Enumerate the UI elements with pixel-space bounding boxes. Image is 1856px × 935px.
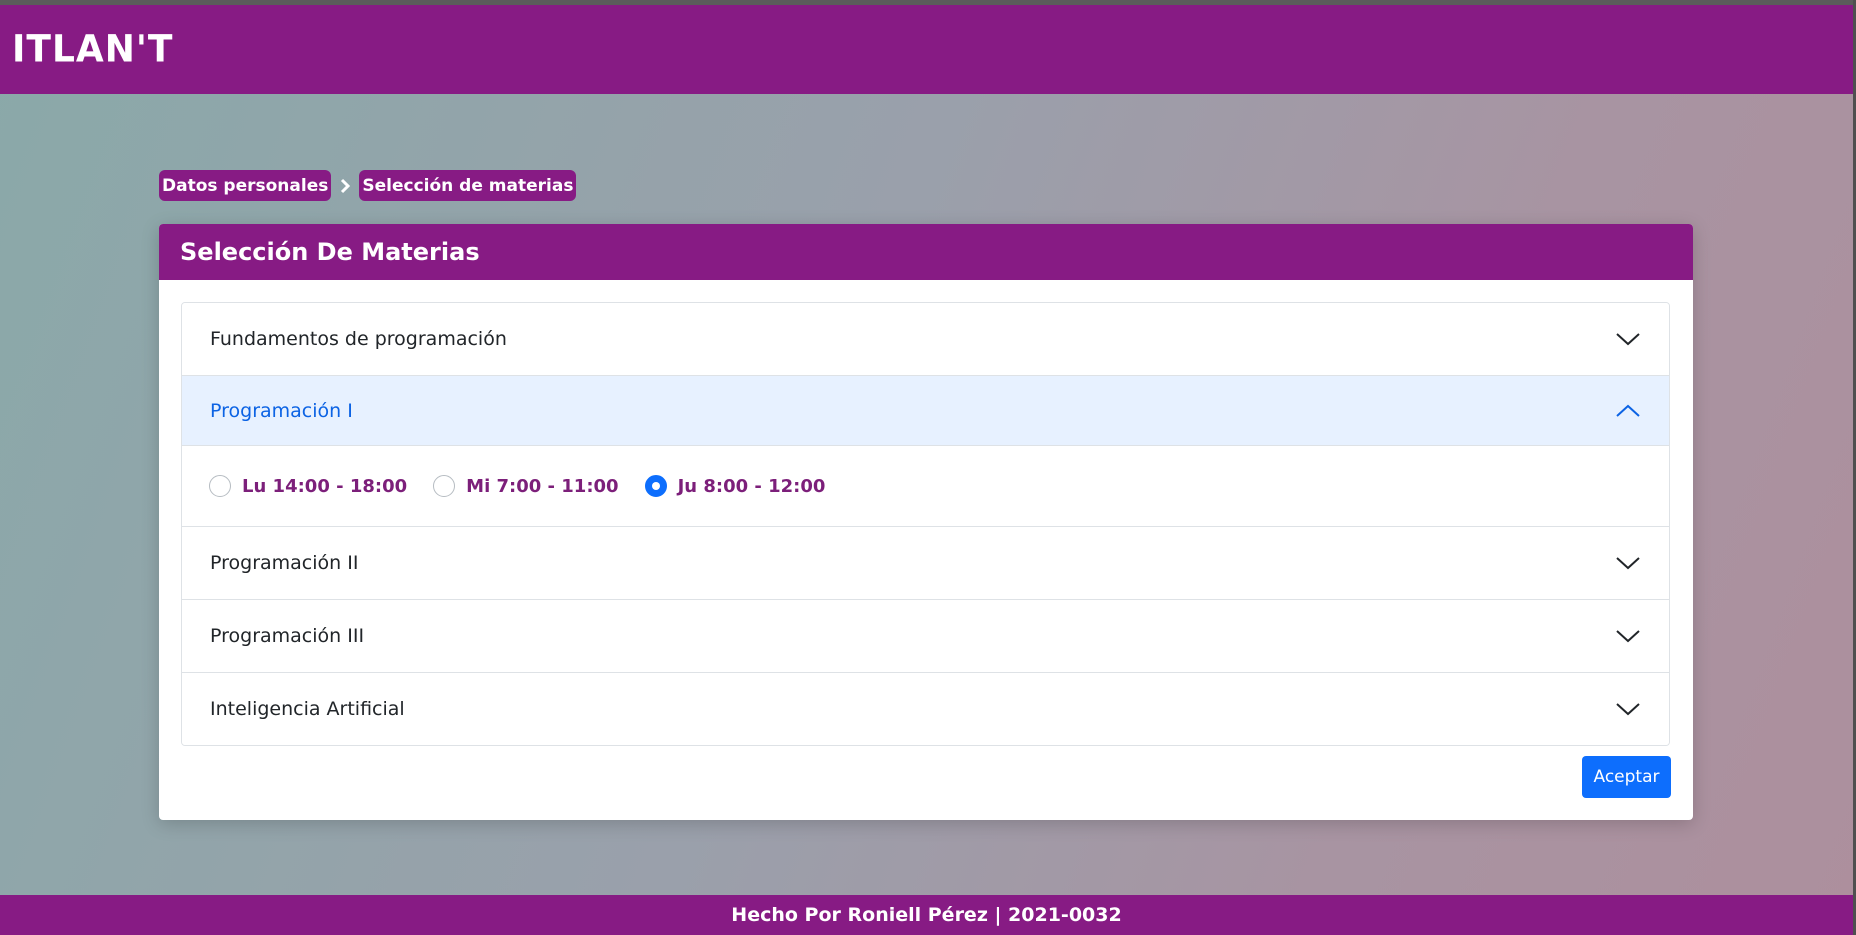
accept-button[interactable]: Aceptar [1582, 756, 1671, 798]
footer-credits: Hecho Por Roniell Pérez | 2021-0032 [731, 904, 1122, 926]
accordion-item: Programación I Lu 14:00 - 18:00 Mi 7:00 … [182, 375, 1669, 526]
accordion-toggle-programacion-2[interactable]: Programación II [182, 527, 1669, 599]
accordion-toggle-programacion-3[interactable]: Programación III [182, 600, 1669, 672]
breadcrumb: Datos personales Selección de materias [159, 170, 577, 201]
accordion-label: Programación I [210, 399, 353, 422]
schedule-option[interactable]: Ju 8:00 - 12:00 [644, 475, 826, 497]
schedule-radio-ju[interactable] [644, 475, 667, 497]
accordion-item: Programación II [182, 526, 1669, 599]
chevron-down-icon [1615, 331, 1641, 347]
chevron-up-icon [1615, 403, 1641, 419]
accordion-toggle-programacion-1[interactable]: Programación I [182, 376, 1669, 446]
accordion-label: Programación III [210, 625, 365, 647]
accordion-label: Inteligencia Artificial [210, 698, 405, 720]
accordion-toggle-fundamentos[interactable]: Fundamentos de programación [182, 303, 1669, 375]
accordion-label: Programación II [210, 552, 359, 574]
breadcrumb-item-course-selection[interactable]: Selección de materias [359, 170, 577, 201]
accordion-item: Programación III [182, 599, 1669, 672]
schedule-radio-lu[interactable] [209, 475, 231, 497]
schedule-label: Lu 14:00 - 18:00 [242, 475, 408, 497]
accordion-label: Fundamentos de programación [210, 328, 507, 350]
top-navbar: ITLAN'T [0, 5, 1853, 94]
schedule-label: Mi 7:00 - 11:00 [466, 475, 619, 497]
chevron-right-icon [335, 176, 355, 196]
accordion-body-schedule-options: Lu 14:00 - 18:00 Mi 7:00 - 11:00 Ju 8:00… [182, 446, 1669, 526]
chevron-down-icon [1615, 701, 1641, 717]
course-selection-card: Selección De Materias Fundamentos de pro… [159, 224, 1693, 820]
accordion-item: Fundamentos de programación [182, 303, 1669, 375]
course-accordion: Fundamentos de programación Programación… [181, 302, 1670, 746]
accordion-item: Inteligencia Artificial [182, 672, 1669, 745]
schedule-label: Ju 8:00 - 12:00 [677, 475, 826, 497]
footer: Hecho Por Roniell Pérez | 2021-0032 [0, 895, 1853, 935]
accordion-toggle-inteligencia-artificial[interactable]: Inteligencia Artificial [182, 673, 1669, 745]
chevron-down-icon [1615, 628, 1641, 644]
schedule-radio-mi[interactable] [433, 475, 456, 497]
chevron-down-icon [1615, 555, 1641, 571]
card-title: Selección De Materias [159, 224, 1693, 280]
schedule-option[interactable]: Lu 14:00 - 18:00 [209, 475, 407, 497]
schedule-option[interactable]: Mi 7:00 - 11:00 [433, 475, 619, 497]
breadcrumb-item-personal-data[interactable]: Datos personales [159, 170, 332, 201]
brand-logo[interactable]: ITLAN'T [12, 28, 173, 71]
